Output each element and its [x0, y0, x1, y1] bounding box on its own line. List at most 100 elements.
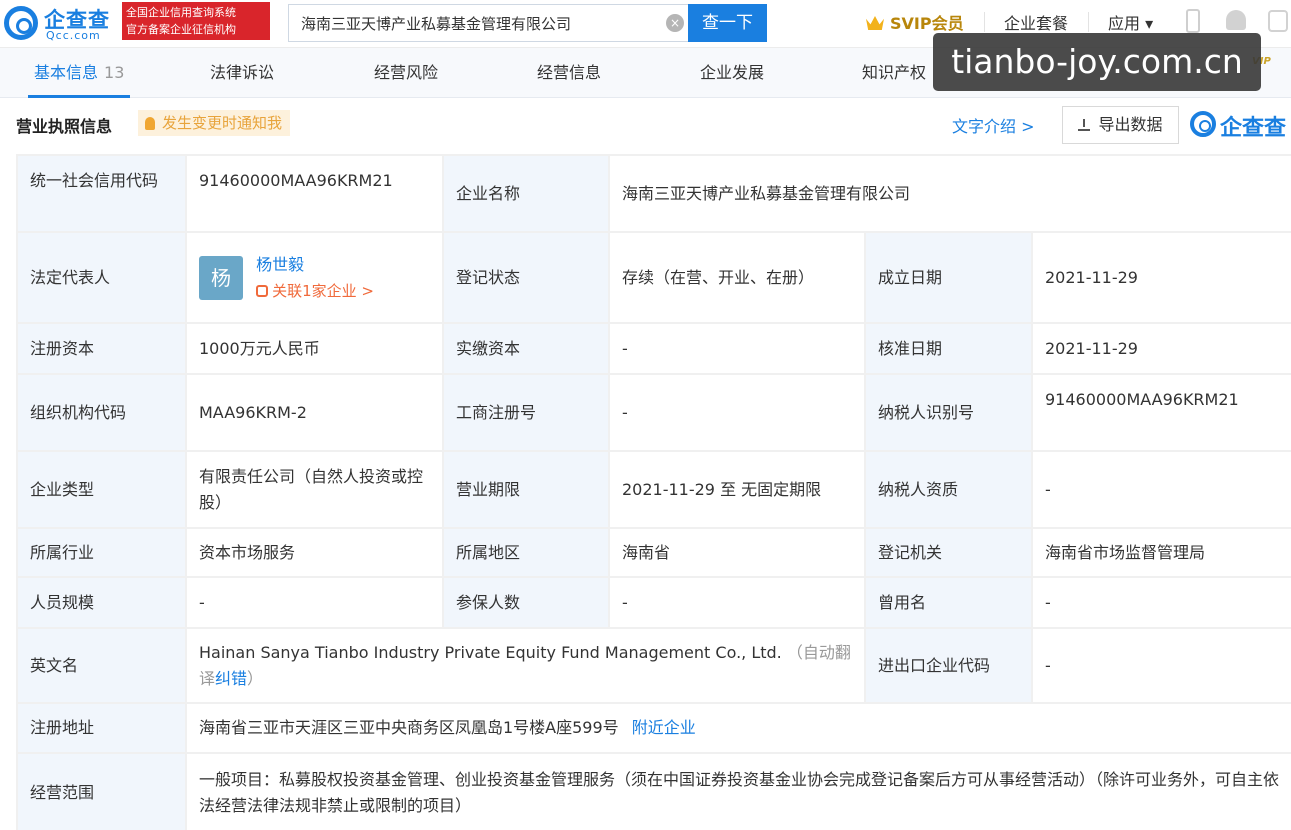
reg-status-label: 登记状态	[442, 231, 610, 324]
qcc-logo-icon	[4, 6, 38, 40]
table-row: 经营范围 一般项目：私募股权投资基金管理、创业投资基金管理服务（须在中国证券投资…	[16, 752, 1291, 830]
export-label: 导出数据	[1098, 115, 1163, 134]
paid-capital-label: 实缴资本	[442, 322, 610, 375]
gov-certification-badge: 全国企业信用查询系统 官方备案企业征信机构	[122, 2, 270, 40]
region-label: 所属地区	[442, 527, 610, 578]
reg-address-label: 注册地址	[16, 702, 187, 754]
relation-icon	[256, 284, 269, 297]
industry-value: 资本市场服务	[185, 527, 444, 578]
qcc-brand-mark: 企查查	[1190, 108, 1290, 141]
business-license-table: 统一社会信用代码 91460000MAA96KRM21 企业名称 海南三亚天博产…	[16, 154, 1291, 830]
business-term-label: 营业期限	[442, 450, 610, 529]
nav-divider	[984, 12, 985, 32]
user-icon[interactable]	[1268, 10, 1288, 32]
qcc-brand-text: 企查查	[1220, 116, 1287, 141]
english-name-value: Hainan Sanya Tianbo Industry Private Equ…	[199, 642, 782, 662]
taxpayer-qual-label: 纳税人资质	[864, 450, 1033, 529]
staff-size-value: -	[185, 576, 444, 629]
tab-label: 基本信息	[34, 63, 99, 82]
mobile-icon[interactable]	[1186, 9, 1200, 33]
auto-translate-note-close: ）	[247, 668, 264, 688]
search-button[interactable]: 查一下	[688, 4, 767, 42]
change-notify-button[interactable]: 发生变更时通知我	[138, 110, 291, 136]
reg-address-value: 海南省三亚市天涯区三亚中央商务区凤凰岛1号楼A座599号	[199, 718, 619, 737]
avatar[interactable]: 杨	[199, 255, 243, 300]
business-term-value: 2021-11-29 至 无固定期限	[608, 450, 866, 529]
import-export-code-value: -	[1031, 627, 1291, 704]
org-code-value: MAA96KRM-2	[185, 373, 444, 452]
insured-count-label: 参保人数	[442, 576, 610, 629]
watermark: tianbo-joy.com.cn	[933, 33, 1261, 91]
paid-capital-value: -	[608, 322, 866, 375]
nav-apps-dropdown[interactable]: 应用 ▾	[1108, 10, 1153, 34]
taxpayer-qual-value: -	[1031, 450, 1291, 529]
search-input[interactable]	[289, 5, 649, 41]
text-intro-link[interactable]: 文字介绍 >	[952, 113, 1035, 137]
tab-company-development[interactable]: 企业发展	[700, 48, 764, 98]
staff-size-label: 人员规模	[16, 576, 187, 629]
tab-legal-litigation[interactable]: 法律诉讼	[210, 48, 274, 98]
tab-count: 13	[104, 63, 125, 82]
founded-date-value: 2021-11-29	[1031, 231, 1291, 324]
nav-enterprise-package[interactable]: 企业套餐	[1004, 10, 1068, 34]
former-name-label: 曾用名	[864, 576, 1033, 629]
related-companies-label: 关联1家企业 >	[272, 281, 374, 300]
tab-business-risk[interactable]: 经营风险	[374, 48, 438, 98]
english-name-label: 英文名	[16, 627, 187, 704]
correction-link[interactable]: 纠错	[215, 669, 247, 688]
industry-label: 所属行业	[16, 527, 187, 578]
tab-intellectual-property[interactable]: 知识产权	[862, 48, 926, 98]
clear-search-icon[interactable]: ×	[666, 14, 684, 32]
tab-business-info[interactable]: 经营信息	[537, 48, 601, 98]
table-row: 企业类型 有限责任公司（自然人投资或控股） 营业期限 2021-11-29 至 …	[16, 450, 1291, 529]
company-name-label: 企业名称	[442, 154, 610, 233]
table-row: 所属行业 资本市场服务 所属地区 海南省 登记机关 海南省市场监督管理局	[16, 527, 1291, 578]
business-scope-value: 一般项目：私募股权投资基金管理、创业投资基金管理服务（须在中国证券投资基金业协会…	[185, 752, 1291, 830]
svip-label: SVIP会员	[890, 14, 964, 33]
taxpayer-id-value: 91460000MAA96KRM21	[1031, 373, 1291, 452]
gov-badge-line2: 官方备案企业征信机构	[126, 23, 236, 36]
legal-rep-label: 法定代表人	[16, 231, 187, 324]
section-title: 营业执照信息	[16, 117, 113, 136]
gov-badge-line1: 全国企业信用查询系统	[126, 6, 236, 19]
notify-label: 发生变更时通知我	[162, 114, 283, 132]
reg-capital-value: 1000万元人民币	[185, 322, 444, 375]
crown-icon	[866, 16, 884, 30]
credit-code-label: 统一社会信用代码	[16, 154, 187, 233]
nearby-companies-link[interactable]: 附近企业	[632, 718, 696, 737]
reg-number-label: 工商注册号	[442, 373, 610, 452]
legal-rep-cell: 杨 杨世毅 关联1家企业 >	[185, 231, 444, 324]
qcc-logo-icon	[1190, 111, 1216, 137]
reg-address-cell: 海南省三亚市天涯区三亚中央商务区凤凰岛1号楼A座599号 附近企业	[185, 702, 1291, 754]
tab-basic-info[interactable]: 基本信息 13	[27, 48, 131, 98]
company-type-value: 有限责任公司（自然人投资或控股）	[185, 450, 444, 529]
logo-domain: Qcc.com	[46, 29, 101, 42]
table-row: 法定代表人 杨 杨世毅 关联1家企业 > 登记状态 存续（在营、开业、在册） 成…	[16, 231, 1291, 324]
svip-member-link[interactable]: SVIP会员	[866, 10, 964, 34]
credit-code-value: 91460000MAA96KRM21	[185, 154, 444, 233]
company-name-value: 海南三亚天博产业私募基金管理有限公司	[608, 154, 1291, 233]
taxpayer-id-label: 纳税人识别号	[864, 373, 1033, 452]
approved-date-label: 核准日期	[864, 322, 1033, 375]
bell-icon	[145, 117, 155, 130]
related-companies-link[interactable]: 关联1家企业 >	[256, 278, 374, 304]
org-code-label: 组织机构代码	[16, 373, 187, 452]
table-row: 注册资本 1000万元人民币 实缴资本 - 核准日期 2021-11-29	[16, 322, 1291, 375]
import-export-code-label: 进出口企业代码	[864, 627, 1033, 704]
export-data-button[interactable]: 导出数据	[1062, 106, 1179, 144]
reg-number-value: -	[608, 373, 866, 452]
insured-count-value: -	[608, 576, 866, 629]
table-row: 统一社会信用代码 91460000MAA96KRM21 企业名称 海南三亚天博产…	[16, 154, 1291, 233]
table-row: 人员规模 - 参保人数 - 曾用名 -	[16, 576, 1291, 629]
reg-capital-label: 注册资本	[16, 322, 187, 375]
region-value: 海南省	[608, 527, 866, 578]
nav-divider	[1088, 12, 1089, 32]
reg-status-value: 存续（在营、开业、在册）	[608, 231, 866, 324]
reg-authority-value: 海南省市场监督管理局	[1031, 527, 1291, 578]
notification-bell-icon[interactable]	[1226, 10, 1246, 30]
legal-rep-link[interactable]: 杨世毅	[256, 252, 374, 278]
legal-rep-info: 杨世毅 关联1家企业 >	[256, 252, 374, 304]
qcc-logo[interactable]: 企查查 Qcc.com	[4, 4, 116, 42]
english-name-cell: Hainan Sanya Tianbo Industry Private Equ…	[185, 627, 866, 704]
table-row: 英文名 Hainan Sanya Tianbo Industry Private…	[16, 627, 1291, 704]
